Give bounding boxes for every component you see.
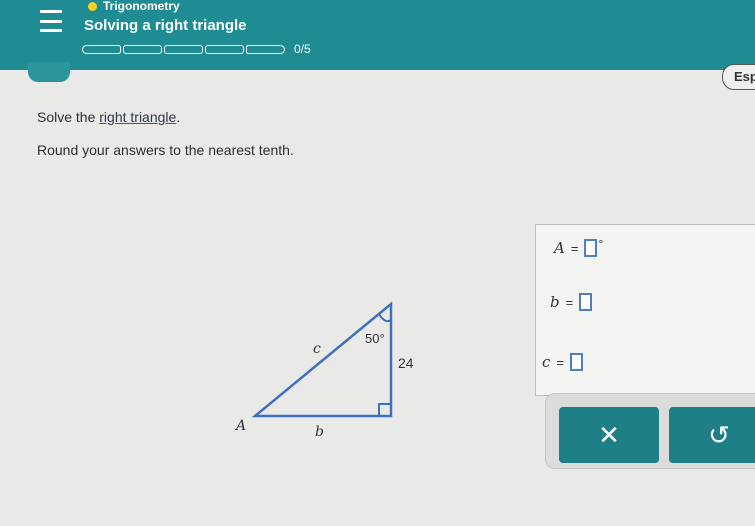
right-triangle-link[interactable]: right triangle xyxy=(99,109,176,125)
side-label-c: c xyxy=(313,341,321,357)
instruction-line-2: Round your answers to the nearest tenth. xyxy=(37,142,294,158)
hamburger-menu-icon[interactable] xyxy=(40,10,62,32)
answer-row-a: A = ° xyxy=(554,237,604,257)
answer-label-c: c xyxy=(542,353,551,371)
answer-row-b: b = xyxy=(550,293,593,311)
topic-text: Trigonometry xyxy=(103,0,180,13)
answer-input-b[interactable] xyxy=(579,293,593,311)
instruction-text: Solve the xyxy=(37,109,100,125)
equals-sign: = xyxy=(565,294,574,310)
degree-symbol: ° xyxy=(598,237,604,251)
header-bar: Trigonometry Solving a right triangle 0/… xyxy=(0,0,755,70)
instruction-line-1: Solve the right triangle. xyxy=(37,109,180,125)
angle-label: 50° xyxy=(365,331,385,346)
progress-bar xyxy=(82,45,285,54)
answer-panel: A = ° b = c = xyxy=(535,224,755,396)
spanish-language-button[interactable]: Esp xyxy=(722,64,755,90)
progress-segment xyxy=(123,45,162,54)
answer-row-c: c = xyxy=(542,353,583,371)
progress-count: 0/5 xyxy=(294,42,311,56)
vertex-label-a: A xyxy=(234,418,246,434)
equals-sign: = xyxy=(570,240,579,256)
undo-button[interactable]: ↺ xyxy=(669,407,755,463)
header-tab xyxy=(28,62,70,82)
equals-sign: = xyxy=(556,354,564,370)
right-angle-marker xyxy=(378,403,392,417)
undo-icon: ↺ xyxy=(708,419,730,450)
topic-dot-icon xyxy=(88,1,97,11)
answer-input-c[interactable] xyxy=(570,353,583,371)
page-title: Solving a right triangle xyxy=(84,17,247,34)
topic-label: Trigonometry xyxy=(88,0,180,13)
right-triangle-figure: A c b 50° 24 xyxy=(234,301,414,440)
angle-arc xyxy=(378,313,392,323)
progress-segment xyxy=(82,45,121,54)
side-label-b: b xyxy=(315,424,324,440)
progress-segment xyxy=(246,45,285,54)
close-icon: ✕ xyxy=(598,419,620,450)
progress-segment xyxy=(205,45,244,54)
answer-label-b: b xyxy=(550,293,560,311)
side-value-label: 24 xyxy=(398,355,414,371)
progress-segment xyxy=(164,45,203,54)
answer-label-a: A xyxy=(554,239,565,257)
instruction-period: . xyxy=(176,109,181,125)
answer-input-a[interactable] xyxy=(584,239,598,257)
triangle-shape xyxy=(251,301,393,418)
clear-button[interactable]: ✕ xyxy=(559,407,659,463)
